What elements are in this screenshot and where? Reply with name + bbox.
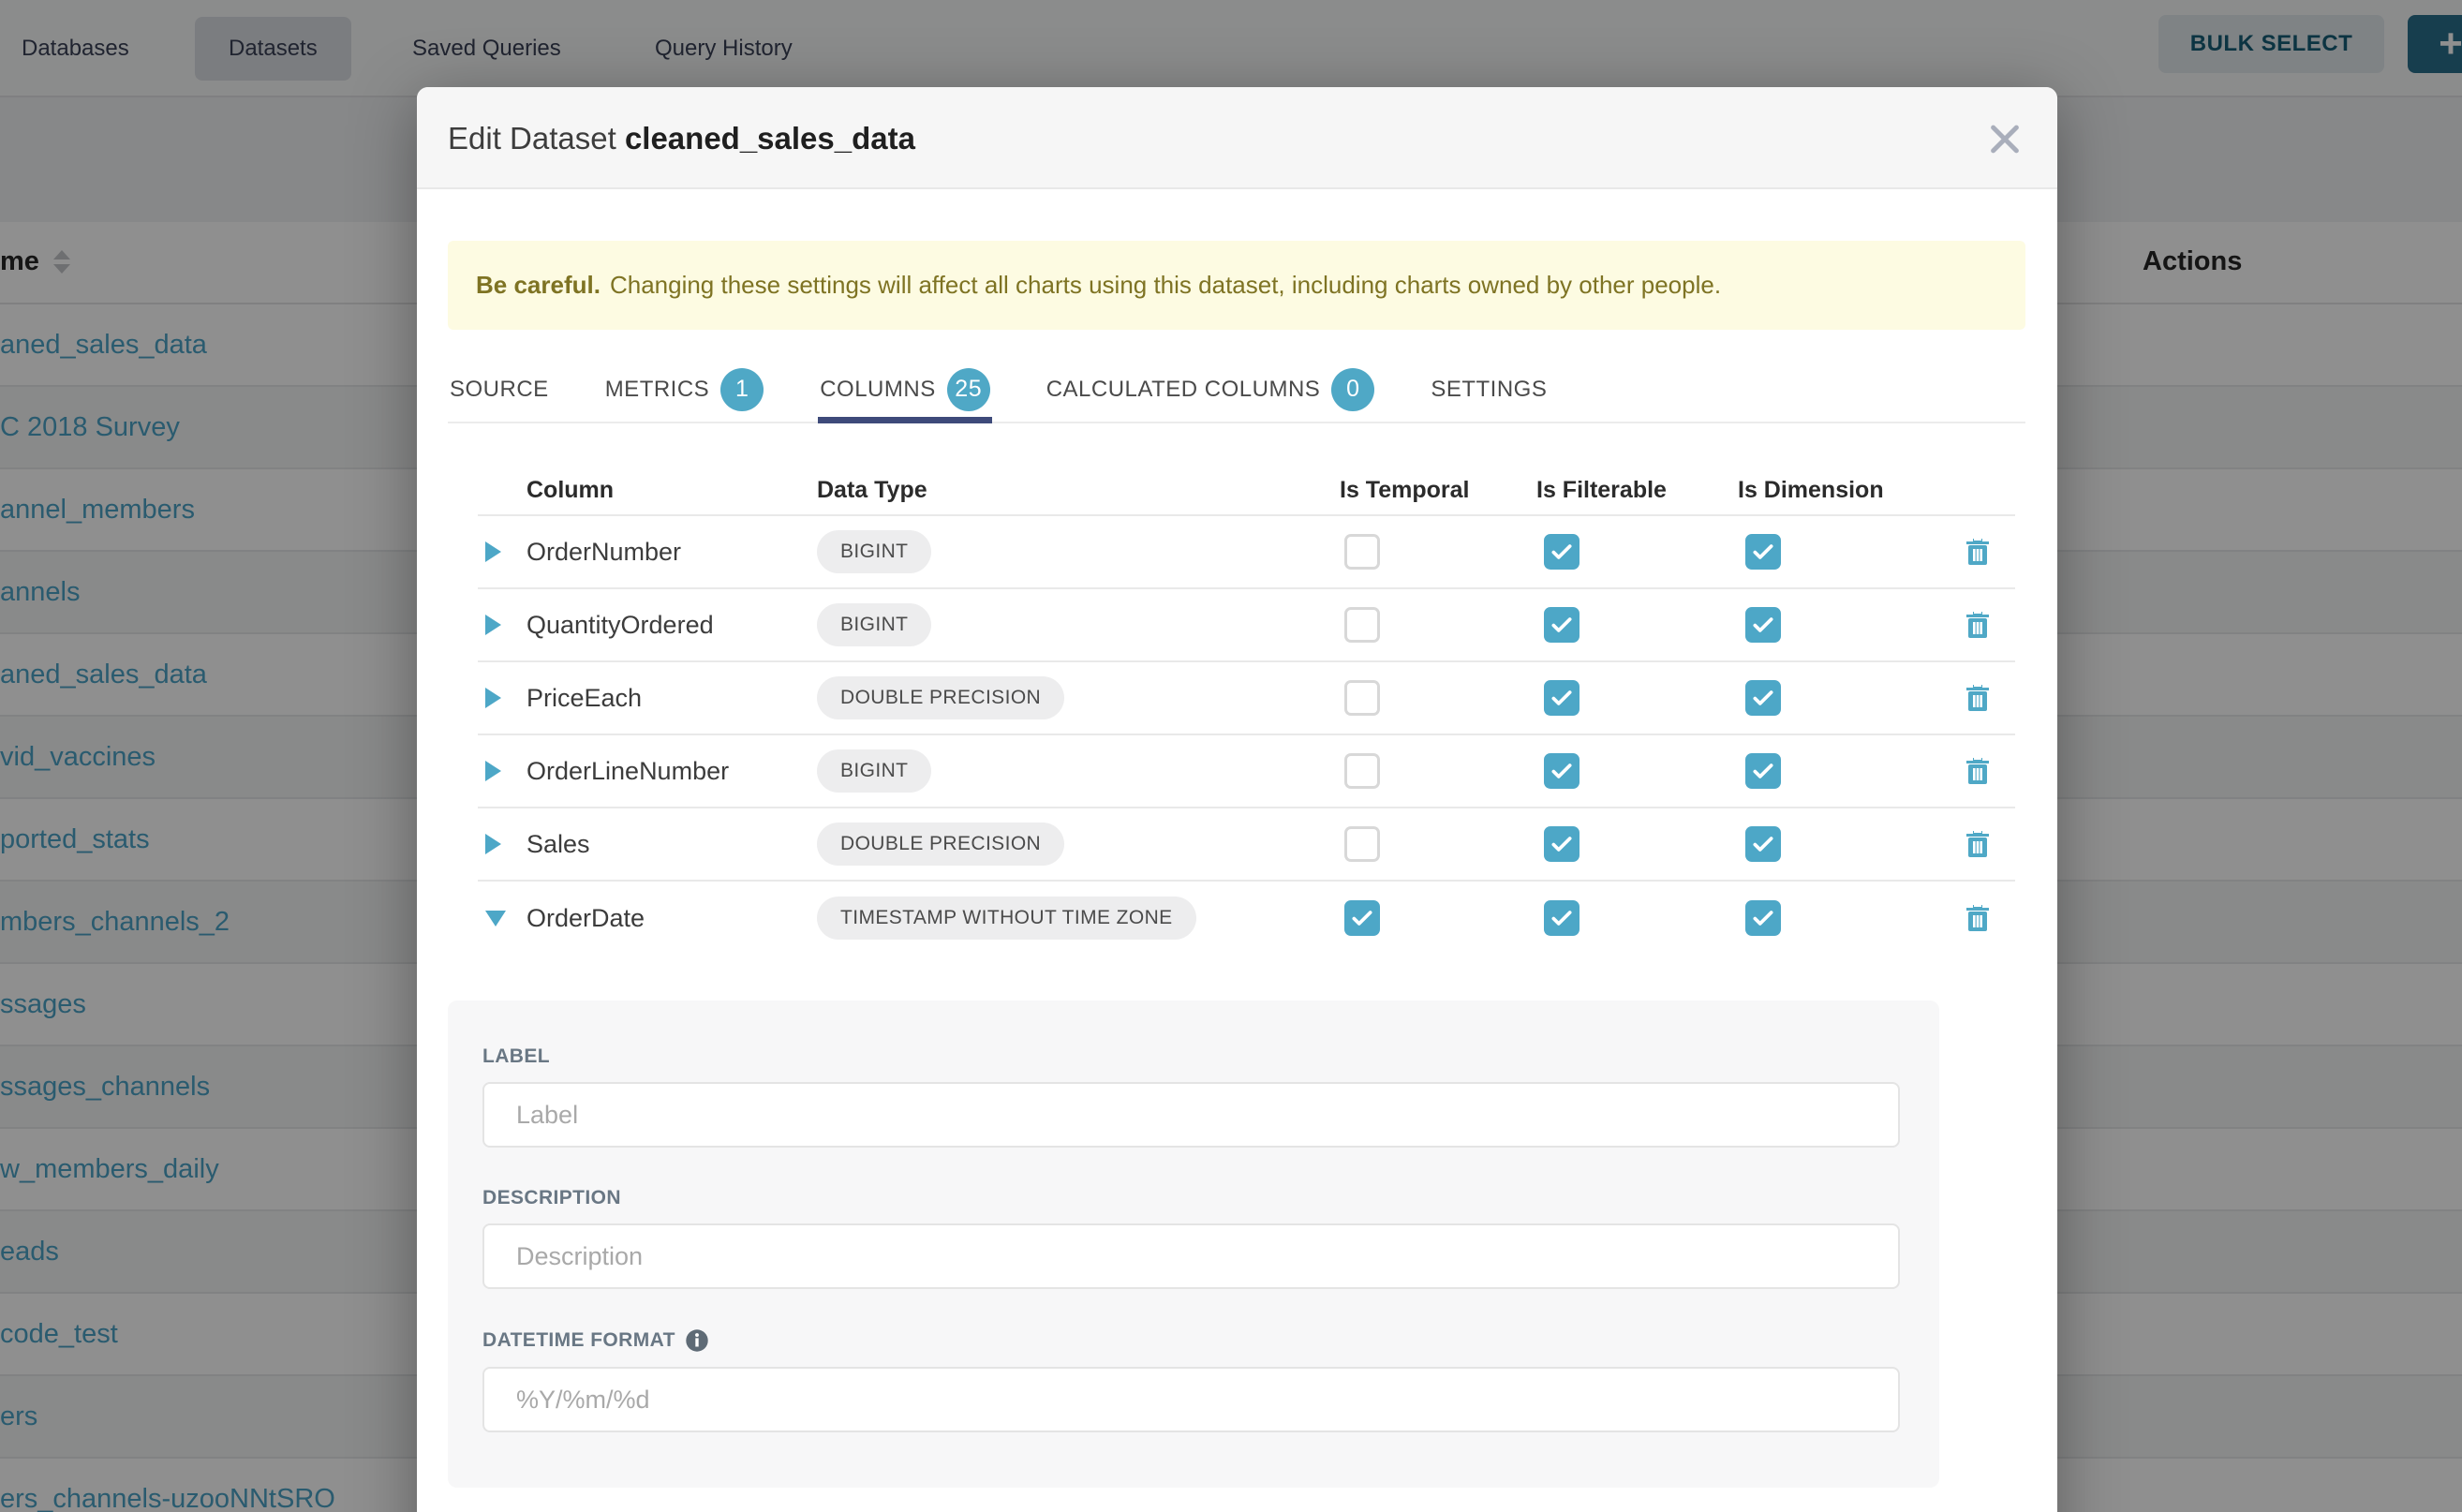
delete-column-icon[interactable] — [1965, 537, 1991, 567]
header-data-type: Data Type — [817, 477, 1340, 504]
column-detail-panel: LABEL DESCRIPTION DATETIME FORMAT — [448, 1001, 1939, 1488]
tab-badge: 0 — [1331, 368, 1374, 411]
tab-label: SETTINGS — [1431, 377, 1547, 403]
data-type-pill: BIGINT — [817, 530, 931, 573]
close-icon[interactable] — [1980, 113, 2030, 164]
header-is-dimension: Is Dimension — [1738, 477, 1939, 504]
columns-table-header: Column Data Type Is Temporal Is Filterab… — [478, 466, 2015, 514]
warning-bold: Be careful. — [476, 271, 601, 300]
expand-caret-icon[interactable] — [485, 688, 501, 708]
expand-caret-icon[interactable] — [485, 761, 501, 781]
is-dimension-checkbox[interactable] — [1745, 534, 1781, 570]
is-filterable-checkbox[interactable] — [1544, 826, 1580, 862]
columns-table: Column Data Type Is Temporal Is Filterab… — [478, 466, 2015, 955]
tab-label: SOURCE — [450, 377, 549, 403]
tab-metrics[interactable]: METRICS 1 — [603, 357, 766, 422]
modal-title-prefix: Edit Dataset — [448, 121, 616, 156]
datetime-format-field-label: DATETIME FORMAT — [482, 1328, 1905, 1353]
modal-tabs: SOURCE METRICS 1 COLUMNS 25 CALCULATED COL… — [448, 357, 2025, 423]
column-name: QuantityOrdered — [527, 611, 817, 640]
table-row: OrderDate TIMESTAMP WITHOUT TIME ZONE — [478, 882, 2015, 955]
warning-text: Changing these settings will affect all … — [610, 271, 1721, 300]
data-type-pill: DOUBLE PRECISION — [817, 823, 1064, 866]
info-icon[interactable] — [685, 1328, 709, 1353]
modal-title: Edit Dataset cleaned_sales_data — [448, 121, 915, 156]
data-type-pill: BIGINT — [817, 603, 931, 646]
delete-column-icon[interactable] — [1965, 829, 1991, 859]
description-field-label: DESCRIPTION — [482, 1187, 1905, 1209]
data-type-pill: BIGINT — [817, 749, 931, 793]
header-is-temporal: Is Temporal — [1340, 477, 1536, 504]
collapse-caret-icon[interactable] — [485, 911, 506, 926]
expand-caret-icon[interactable] — [485, 615, 501, 635]
tab-source[interactable]: SOURCE — [448, 357, 551, 422]
is-filterable-checkbox[interactable] — [1544, 680, 1580, 716]
is-filterable-checkbox[interactable] — [1544, 753, 1580, 789]
table-row: PriceEach DOUBLE PRECISION — [478, 662, 2015, 735]
header-column: Column — [527, 477, 817, 504]
is-filterable-checkbox[interactable] — [1544, 607, 1580, 643]
tab-badge: 1 — [720, 368, 764, 411]
column-name: OrderDate — [527, 904, 817, 933]
is-temporal-checkbox[interactable] — [1344, 680, 1380, 716]
expand-caret-icon[interactable] — [485, 834, 501, 854]
delete-column-icon[interactable] — [1965, 683, 1991, 713]
is-temporal-checkbox[interactable] — [1344, 826, 1380, 862]
delete-column-icon[interactable] — [1965, 610, 1991, 640]
is-dimension-checkbox[interactable] — [1745, 607, 1781, 643]
edit-dataset-modal: Edit Dataset cleaned_sales_data Be caref… — [417, 87, 2057, 1512]
table-row: OrderNumber BIGINT — [478, 516, 2015, 589]
warning-banner: Be careful. Changing these settings will… — [448, 241, 2025, 330]
table-row: QuantityOrdered BIGINT — [478, 589, 2015, 662]
is-temporal-checkbox[interactable] — [1344, 753, 1380, 789]
modal-header: Edit Dataset cleaned_sales_data — [417, 87, 2057, 189]
screen: Databases Datasets Saved Queries Query H… — [0, 0, 2462, 1512]
is-filterable-checkbox[interactable] — [1544, 534, 1580, 570]
tab-badge: 25 — [947, 368, 990, 411]
column-name: OrderLineNumber — [527, 757, 817, 786]
header-is-filterable: Is Filterable — [1536, 477, 1738, 504]
tab-columns[interactable]: COLUMNS 25 — [818, 357, 992, 422]
tab-label: METRICS — [605, 377, 710, 403]
modal-title-dataset-name: cleaned_sales_data — [625, 121, 915, 156]
table-row: OrderLineNumber BIGINT — [478, 735, 2015, 808]
datetime-format-input[interactable] — [482, 1367, 1900, 1432]
description-input[interactable] — [482, 1223, 1900, 1289]
is-dimension-checkbox[interactable] — [1745, 680, 1781, 716]
is-dimension-checkbox[interactable] — [1745, 900, 1781, 936]
column-name: PriceEach — [527, 684, 817, 713]
expand-caret-icon[interactable] — [485, 541, 501, 562]
label-field-label: LABEL — [482, 1045, 1905, 1068]
tab-calculated-columns[interactable]: CALCULATED COLUMNS 0 — [1045, 357, 1377, 422]
data-type-pill: TIMESTAMP WITHOUT TIME ZONE — [817, 897, 1196, 940]
label-input[interactable] — [482, 1082, 1900, 1148]
column-name: Sales — [527, 830, 817, 859]
delete-column-icon[interactable] — [1965, 903, 1991, 933]
is-dimension-checkbox[interactable] — [1745, 826, 1781, 862]
is-temporal-checkbox[interactable] — [1344, 534, 1380, 570]
tab-label: CALCULATED COLUMNS — [1046, 377, 1321, 403]
is-dimension-checkbox[interactable] — [1745, 753, 1781, 789]
is-temporal-checkbox[interactable] — [1344, 900, 1380, 936]
delete-column-icon[interactable] — [1965, 756, 1991, 786]
tab-settings[interactable]: SETTINGS — [1429, 357, 1549, 422]
column-name: OrderNumber — [527, 538, 817, 567]
data-type-pill: DOUBLE PRECISION — [817, 676, 1064, 719]
is-filterable-checkbox[interactable] — [1544, 900, 1580, 936]
is-temporal-checkbox[interactable] — [1344, 607, 1380, 643]
tab-label: COLUMNS — [820, 377, 936, 403]
columns-table-body: OrderNumber BIGINT QuantityOrdered BIGIN… — [478, 514, 2015, 955]
table-row: Sales DOUBLE PRECISION — [478, 808, 2015, 882]
